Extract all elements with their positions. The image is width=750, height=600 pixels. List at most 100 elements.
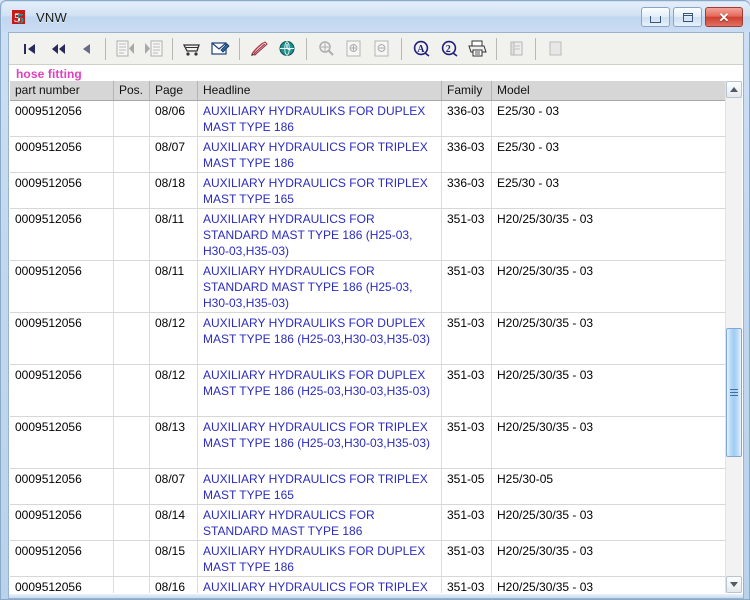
page-zoom-out-icon[interactable]	[369, 36, 395, 61]
cell-headline: AUXILIARY HYDRAULIKS FOR DUPLEX MAST TYP…	[198, 313, 442, 364]
table-row[interactable]: 0009512056 08/12 AUXILIARY HYDRAULIKS FOR …	[10, 313, 726, 365]
close-button[interactable]: ✕	[705, 7, 743, 27]
cell-part_number: 0009512056	[10, 313, 114, 364]
scrollbar-grip-icon	[730, 388, 738, 397]
search-term-label: hose fitting	[9, 65, 743, 82]
cell-pos	[114, 101, 150, 136]
grid-column-header-pos[interactable]: Pos.	[114, 81, 150, 100]
cell-family: 351-03	[442, 505, 492, 540]
print-icon[interactable]	[464, 36, 490, 61]
cell-part_number: 0009512056	[10, 541, 114, 576]
window-bottom-edge	[8, 594, 744, 599]
cell-pos	[114, 173, 150, 208]
grid-column-header-page[interactable]: Page	[150, 81, 198, 100]
cell-headline: AUXILIARY HYDRAULICS FOR STANDARD MAST T…	[198, 209, 442, 260]
document-first-icon[interactable]	[112, 36, 138, 61]
table-row[interactable]: 0009512056 08/16 AUXILIARY HYDRAULICS FOR …	[10, 577, 726, 593]
document-next-icon[interactable]	[140, 36, 166, 61]
grid-column-header-model[interactable]: Model	[492, 81, 728, 100]
order-form-icon[interactable]	[207, 36, 233, 61]
scroll-up-button[interactable]	[726, 81, 742, 98]
table-row[interactable]: 0009512056 08/11 AUXILIARY HYDRAULICS FOR …	[10, 261, 726, 313]
cell-page: 08/12	[150, 313, 198, 364]
table-row[interactable]: 0009512056 08/13 AUXILIARY HYDRAULICS FOR …	[10, 417, 726, 469]
cell-page: 08/18	[150, 173, 198, 208]
cell-headline: AUXILIARY HYDRAULICS FOR TRIPLEX MAST TY…	[198, 577, 442, 593]
cell-part_number: 0009512056	[10, 101, 114, 136]
cell-headline: AUXILIARY HYDRAULICS FOR STANDARD MAST T…	[198, 261, 442, 312]
notepad-icon[interactable]	[503, 36, 529, 61]
maximize-icon	[682, 12, 693, 22]
page-zoom-in-icon[interactable]	[341, 36, 367, 61]
table-row[interactable]: 0009512056 08/07 AUXILIARY HYDRAULICS FOR …	[10, 137, 726, 173]
cell-part_number: 0009512056	[10, 505, 114, 540]
cell-family: 351-03	[442, 417, 492, 468]
svg-text:A: A	[417, 44, 425, 55]
cell-family: 351-03	[442, 541, 492, 576]
minimize-icon	[650, 15, 661, 23]
find-text-2-icon[interactable]: 2	[436, 36, 462, 61]
grid-rows-container: 0009512056 08/06 AUXILIARY HYDRAULIKS FOR …	[10, 101, 726, 593]
fast-rewind-icon[interactable]	[45, 36, 71, 61]
grid-header-row: part number Pos. Page Headline Family Model	[10, 81, 726, 101]
scrollbar-thumb[interactable]	[726, 328, 742, 457]
toolbar-separator	[306, 37, 307, 60]
cell-family: 351-05	[442, 469, 492, 504]
vertical-scrollbar[interactable]	[725, 81, 742, 593]
cell-page: 08/14	[150, 505, 198, 540]
cell-pos	[114, 365, 150, 416]
table-row[interactable]: 0009512056 08/07 AUXILIARY HYDRAULICS FOR …	[10, 469, 726, 505]
globe-web-icon[interactable]	[274, 36, 300, 61]
cell-headline: AUXILIARY HYDRAULICS FOR TRIPLEX MAST TY…	[198, 173, 442, 208]
pen-annotate-icon[interactable]	[246, 36, 272, 61]
chevron-up-icon	[730, 87, 738, 92]
toolbar-separator	[401, 37, 402, 60]
grid-column-header-headline[interactable]: Headline	[198, 81, 442, 100]
cell-headline: AUXILIARY HYDRAULIKS FOR DUPLEX MAST TYP…	[198, 365, 442, 416]
table-row[interactable]: 0009512056 08/18 AUXILIARY HYDRAULICS FOR …	[10, 173, 726, 209]
grid-column-header-family[interactable]: Family	[442, 81, 492, 100]
table-row[interactable]: 0009512056 08/11 AUXILIARY HYDRAULICS FOR …	[10, 209, 726, 261]
cell-model: H20/25/30/35 - 03	[497, 316, 594, 330]
client-area: A 2 hose fitting part number Pos. Page Head	[8, 32, 744, 594]
grid-column-header-part_number[interactable]: part number	[10, 81, 114, 100]
cell-model: H20/25/30/35 - 03	[497, 368, 594, 382]
window-controls: ✕	[641, 7, 743, 27]
zoom-search-icon[interactable]	[313, 36, 339, 61]
cell-family: 351-03	[442, 313, 492, 364]
blank-page-icon[interactable]	[542, 36, 568, 61]
toolbar-separator	[239, 37, 240, 60]
minimize-button[interactable]	[641, 7, 670, 27]
table-row[interactable]: 0009512056 08/06 AUXILIARY HYDRAULIKS FOR …	[10, 101, 726, 137]
table-row[interactable]: 0009512056 08/14 AUXILIARY HYDRAULICS FOR …	[10, 505, 726, 541]
toolbar-separator	[172, 37, 173, 60]
shopping-cart-icon[interactable]	[179, 36, 205, 61]
cell-model: H20/25/30/35 - 03	[497, 544, 594, 558]
maximize-button[interactable]	[673, 7, 702, 27]
scroll-down-button[interactable]	[726, 576, 742, 593]
toolbar-separator	[496, 37, 497, 60]
table-row[interactable]: 0009512056 08/12 AUXILIARY HYDRAULIKS FOR …	[10, 365, 726, 417]
first-record-icon[interactable]	[17, 36, 43, 61]
table-row[interactable]: 0009512056 08/15 AUXILIARY HYDRAULIKS FOR …	[10, 541, 726, 577]
cell-part_number: 0009512056	[10, 209, 114, 260]
cell-family: 336-03	[442, 137, 492, 172]
find-text-a-icon[interactable]: A	[408, 36, 434, 61]
cell-pos	[114, 417, 150, 468]
cell-part_number: 0009512056	[10, 417, 114, 468]
cell-model: H25/30-05	[497, 472, 554, 486]
cell-part_number: 0009512056	[10, 137, 114, 172]
cell-family: 351-03	[442, 261, 492, 312]
cell-headline: AUXILIARY HYDRAULICS FOR TRIPLEX MAST TY…	[198, 417, 442, 468]
cell-part_number: 0009512056	[10, 261, 114, 312]
previous-record-icon[interactable]	[73, 36, 99, 61]
cell-family: 336-03	[442, 101, 492, 136]
cell-page: 08/15	[150, 541, 198, 576]
cell-headline: AUXILIARY HYDRAULIKS FOR DUPLEX MAST TYP…	[198, 541, 442, 576]
cell-model: H20/25/30/35 - 03	[497, 420, 594, 434]
cell-pos	[114, 577, 150, 593]
cell-model: H20/25/30/35 - 03	[497, 508, 594, 522]
title-bar[interactable]: 5 5 VNW ✕	[2, 2, 750, 32]
cell-pos	[114, 209, 150, 260]
cell-pos	[114, 469, 150, 504]
